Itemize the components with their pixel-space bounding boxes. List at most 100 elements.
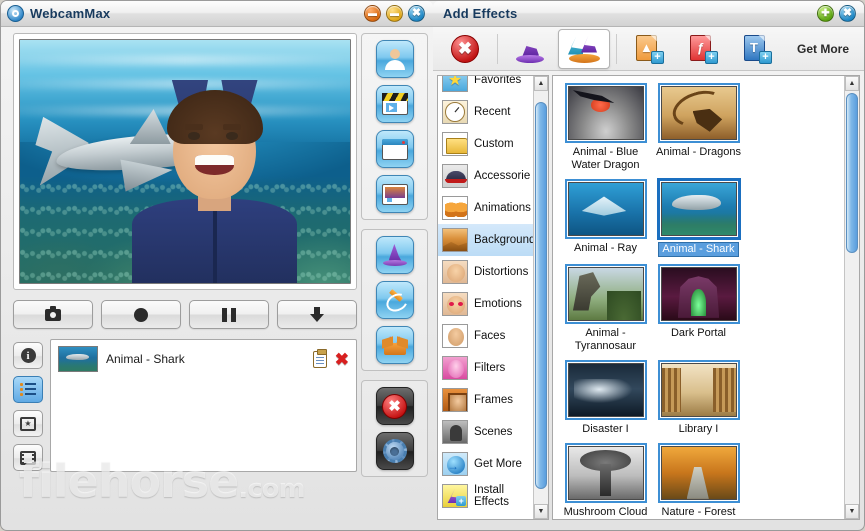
scrollbar-thumb[interactable] [535, 102, 547, 489]
clipboard-icon[interactable] [312, 348, 327, 368]
globe-arrow-icon: → [442, 452, 468, 476]
close-button[interactable]: ✖ [408, 5, 425, 22]
add-picture-button[interactable]: ▲ + [623, 29, 675, 69]
film-icon [20, 450, 36, 465]
scroll-up-arrow[interactable]: ▲ [534, 76, 548, 91]
pictures-tab[interactable] [13, 410, 43, 437]
category-item-recent[interactable]: Recent [438, 96, 548, 128]
my-effects-button[interactable] [375, 326, 414, 364]
slideshow-icon [381, 183, 408, 205]
red-x-circle-icon: ✖ [382, 393, 407, 419]
system-group: ✖ [361, 380, 428, 477]
effect-thumbnail[interactable] [657, 178, 740, 239]
main-titlebar: WebcamMax ▬ ▬ ✖ [1, 1, 433, 27]
effect-label: Dark Portal [670, 326, 727, 339]
scroll-down-arrow[interactable]: ▼ [534, 504, 548, 519]
snapshot-button[interactable] [13, 300, 93, 329]
category-scrollbar[interactable]: ▲ ▼ [533, 76, 548, 519]
heart-eyes-face-icon [442, 292, 468, 316]
preview-column: i Animal - Shark ✖ [1, 33, 357, 530]
applied-effects-list[interactable]: Animal - Shark ✖ [50, 339, 357, 472]
effect-thumbnail[interactable] [564, 442, 647, 503]
effect-cell[interactable]: Animal - Ray [559, 175, 652, 260]
effect-cell[interactable]: Mushroom Cloud [559, 439, 652, 519]
effect-thumbnail[interactable] [564, 359, 647, 420]
download-arrow-icon [310, 307, 324, 322]
list-item[interactable]: Animal - Shark ✖ [54, 343, 353, 375]
effect-thumbnail[interactable] [564, 178, 647, 239]
category-item-animations[interactable]: Animations [438, 192, 548, 224]
effects-list-tab[interactable] [13, 376, 43, 403]
webcam-source-button[interactable] [375, 40, 414, 78]
effect-label: Animal - Ray [574, 241, 637, 254]
effect-cell[interactable]: Animal - Dragons [652, 79, 745, 175]
category-label: Faces [474, 329, 506, 342]
webcam-preview[interactable] [19, 39, 351, 284]
effects-grid: Animal - Blue Water Dragon Animal - Drago… [553, 76, 839, 519]
help-button[interactable]: ✚ [817, 5, 834, 22]
hat-plus-icon: + [442, 484, 468, 508]
add-flash-button[interactable]: ƒ + [677, 29, 729, 69]
multi-hat-icon [567, 34, 601, 63]
effect-thumbnail[interactable] [564, 263, 647, 324]
effects-scrollbar[interactable]: ▲ ▼ [844, 76, 859, 519]
category-item-scenes[interactable]: Scenes [438, 416, 548, 448]
minimize-button[interactable]: ▬ [364, 5, 381, 22]
gear-icon [382, 439, 407, 463]
remove-all-effects-button[interactable]: ✖ [439, 29, 491, 69]
category-item-faces[interactable]: Faces [438, 320, 548, 352]
category-item-background[interactable]: Background [438, 224, 548, 256]
effect-cell[interactable]: Animal - Shark [652, 175, 745, 260]
category-item-frames[interactable]: Frames [438, 384, 548, 416]
add-text-button[interactable]: T + [731, 29, 783, 69]
category-item-custom[interactable]: Custom [438, 128, 548, 160]
maximize-button[interactable]: ▬ [386, 5, 403, 22]
effect-cell[interactable]: Animal - Tyrannosaur [559, 260, 652, 356]
red-x-icon[interactable]: ✖ [335, 351, 349, 368]
download-button[interactable] [277, 300, 357, 329]
effect-cell[interactable]: Animal - Blue Water Dragon [559, 79, 652, 175]
desktop-source-button[interactable] [375, 130, 414, 168]
category-item-install-effects[interactable]: + Install Effects [438, 480, 548, 512]
close-effects-button[interactable]: ✖ [839, 5, 856, 22]
effect-thumbnail[interactable] [657, 442, 740, 503]
effect-cell[interactable]: Dark Portal [652, 260, 745, 356]
category-item-accessorie[interactable]: Accessorie [438, 160, 548, 192]
category-label: Distortions [474, 265, 529, 278]
doodle-button[interactable] [375, 281, 414, 319]
category-item-distortions[interactable]: Distortions [438, 256, 548, 288]
category-item-filters[interactable]: Filters [438, 352, 548, 384]
main-window-controls: ▬ ▬ ✖ [364, 5, 425, 22]
effect-cell[interactable]: Library I [652, 356, 745, 439]
category-item-get-more[interactable]: → Get More [438, 448, 548, 480]
video-source-button[interactable] [375, 85, 414, 123]
slideshow-source-button[interactable] [375, 175, 414, 213]
list-icon [20, 383, 36, 396]
effect-cell[interactable]: Nature - Forest [652, 439, 745, 519]
record-button[interactable] [101, 300, 181, 329]
scroll-down-arrow[interactable]: ▼ [845, 504, 859, 519]
effect-thumbnail[interactable] [657, 359, 740, 420]
scroll-up-arrow[interactable]: ▲ [845, 76, 859, 91]
effect-name: Animal - Shark [106, 352, 185, 366]
effect-thumbnail[interactable] [657, 83, 740, 143]
effects-titlebar: Add Effects ✚ ✖ [433, 1, 864, 27]
scrollbar-thumb[interactable] [846, 93, 858, 253]
effect-thumbnail[interactable] [657, 263, 740, 324]
category-item-emotions[interactable]: Emotions [438, 288, 548, 320]
effects-button[interactable] [375, 236, 414, 274]
effect-thumbnail[interactable] [564, 83, 647, 143]
info-tab[interactable]: i [13, 342, 43, 369]
single-effect-mode-button[interactable] [504, 29, 556, 69]
effect-cell[interactable]: Disaster I [559, 356, 652, 439]
exit-button[interactable]: ✖ [375, 387, 414, 425]
effects-title: Add Effects [443, 6, 518, 21]
get-more-link[interactable]: Get More [797, 42, 849, 56]
videos-tab[interactable] [13, 444, 43, 471]
multi-effect-mode-button[interactable] [558, 28, 610, 69]
category-item-favorites[interactable]: Favorites [438, 76, 548, 96]
magic-hat-icon [382, 244, 407, 266]
settings-button[interactable] [375, 432, 414, 470]
effect-label: Disaster I [582, 422, 629, 435]
pause-button[interactable] [189, 300, 269, 329]
